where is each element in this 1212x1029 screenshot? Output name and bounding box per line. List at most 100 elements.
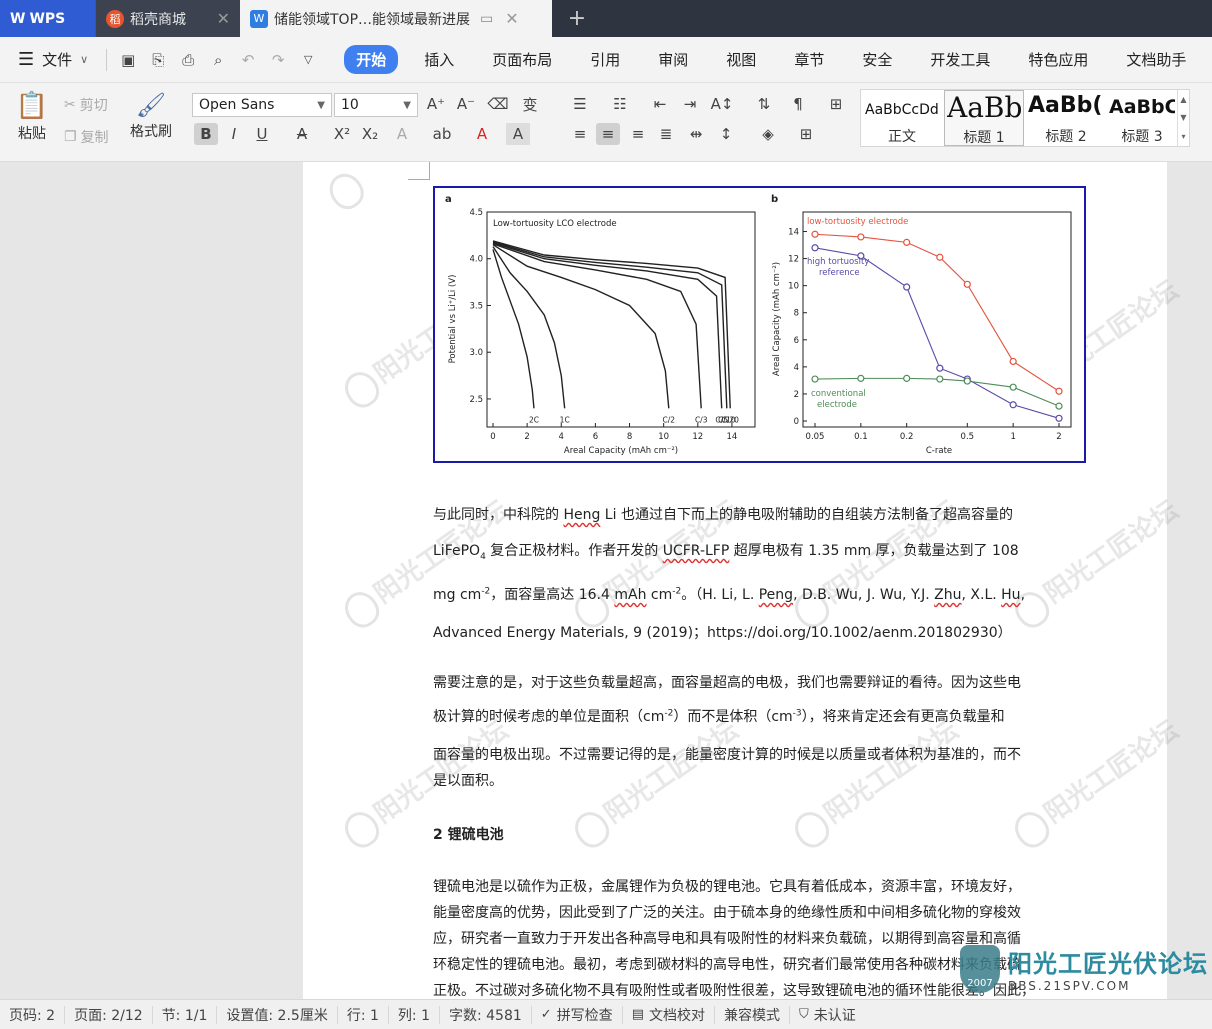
compat-mode[interactable]: 兼容模式: [715, 1005, 790, 1024]
data-point: [857, 374, 865, 382]
proofread-button[interactable]: ▤ 文档校对: [623, 1005, 715, 1024]
cut-button[interactable]: ✂ 剪切: [64, 95, 108, 115]
spell-check-button[interactable]: ✓ 拼写检查: [532, 1005, 623, 1024]
print-icon[interactable]: ⎙: [177, 49, 199, 71]
subscript-icon[interactable]: X₂: [358, 123, 382, 145]
align-left-icon[interactable]: ≡: [568, 123, 592, 145]
font-color-icon[interactable]: A: [470, 123, 494, 145]
chevron-down-icon: ▼: [317, 99, 325, 111]
pin-icon[interactable]: ▭: [480, 11, 493, 27]
line-spacing-icon[interactable]: ↕: [714, 123, 738, 145]
text-effect-icon[interactable]: A: [390, 123, 414, 145]
status-word-count[interactable]: 字数: 4581: [440, 1005, 532, 1024]
section-heading[interactable]: 2 锂硫电池: [433, 824, 504, 844]
wps-home-tab[interactable]: W WPS: [0, 0, 95, 37]
clear-format-icon[interactable]: ⌫: [486, 93, 510, 115]
paragraph-2[interactable]: 需要注意的是，对于这些负载量超高，面容量超高的电极，我们也需要辩证的看待。因为这…: [433, 672, 1043, 792]
close-icon[interactable]: ✕: [217, 9, 230, 28]
style-sample: AaBb(: [1028, 93, 1103, 118]
tab-assistant[interactable]: 文档助手: [1114, 45, 1198, 74]
tab-home[interactable]: 开始: [344, 45, 399, 74]
paragraph-1[interactable]: 与此同时，中科院的 Heng Li 也通过自下而上的静电吸附辅助的自组装方法制备…: [433, 504, 1043, 641]
font-name-select[interactable]: Open Sans ▼: [192, 93, 332, 117]
justify-icon[interactable]: ≣: [654, 123, 678, 145]
close-icon[interactable]: ✕: [505, 9, 518, 28]
italic-icon[interactable]: I: [222, 123, 246, 145]
tab-bar: W WPS 稻 稻壳商城 ✕ W 储能领域TOP…能领域最新进展 ▭ ✕ +: [0, 0, 1212, 37]
customize-icon[interactable]: ▽: [297, 49, 319, 71]
sort-icon[interactable]: ⇅: [752, 93, 776, 115]
writer-doc-icon: W: [250, 9, 268, 28]
paste-button[interactable]: 📋 粘贴: [12, 91, 52, 153]
print-preview-icon[interactable]: ⌕: [207, 49, 229, 71]
style-normal[interactable]: AaBbCcDd 正文: [861, 90, 943, 146]
align-right-icon[interactable]: ≡: [626, 123, 650, 145]
grow-font-icon[interactable]: A⁺: [424, 93, 448, 115]
legend-high-tortuosity-1: high tortuosity: [807, 257, 869, 267]
tab-insert[interactable]: 插入: [412, 45, 466, 74]
tab-review[interactable]: 审阅: [646, 45, 700, 74]
phonetic-icon[interactable]: 变: [518, 93, 542, 115]
shading-icon[interactable]: ◈: [756, 123, 780, 145]
status-page-number[interactable]: 页码: 2: [0, 1005, 66, 1024]
cut-label: 剪切: [79, 98, 108, 114]
borders-icon[interactable]: ⊞: [794, 123, 818, 145]
decrease-indent-icon[interactable]: ⇤: [648, 93, 672, 115]
style-heading-3[interactable]: AaBbC 标题 3: [1107, 90, 1177, 146]
superscript-icon[interactable]: X²: [330, 123, 354, 145]
table-grid-icon[interactable]: ⊞: [824, 93, 848, 115]
chinese-layout-icon[interactable]: A↕: [710, 93, 734, 115]
discharge-curve: [492, 246, 566, 409]
numbered-list-icon[interactable]: ☷: [608, 93, 632, 115]
font-size-select[interactable]: 10 ▼: [334, 93, 418, 117]
copy-button[interactable]: ❐ 复制: [64, 127, 109, 147]
ribbon-home: 📋 粘贴 ✂ 剪切 ❐ 复制 🖌 格式刷 Open Sans ▼ 10 ▼ A⁺…: [0, 83, 1212, 162]
bold-icon[interactable]: B: [194, 123, 218, 145]
increase-indent-icon[interactable]: ⇥: [678, 93, 702, 115]
text-line: 环稳定性的锂硫电池。最初，考虑到碳材料的高导电性，研究者们最常使用各种碳材料来负…: [433, 957, 1021, 973]
shrink-font-icon[interactable]: A⁻: [454, 93, 478, 115]
redo-icon[interactable]: ↷: [267, 49, 289, 71]
tab-security[interactable]: 安全: [850, 45, 904, 74]
format-painter-button[interactable]: 🖌 格式刷: [126, 91, 176, 153]
char-shading-icon[interactable]: A: [506, 123, 530, 145]
document-workspace[interactable]: 阳光工匠论坛 阳光工匠论坛 阳光工匠论坛 阳光工匠论坛 阳光工匠论坛 阳光工匠论…: [0, 162, 1212, 999]
tab-section[interactable]: 章节: [782, 45, 836, 74]
file-menu[interactable]: ☰ 文件 ∨: [0, 49, 100, 70]
tab-references[interactable]: 引用: [578, 45, 632, 74]
show-marks-icon[interactable]: ¶: [786, 93, 810, 115]
text-line: mg cm-2，面容量高达 16.4 mAh cm-2。（H. Li, L. P…: [433, 586, 1026, 603]
y-tick-label: 4.5: [469, 208, 483, 218]
status-row[interactable]: 行: 1: [338, 1005, 389, 1024]
strikethrough-icon[interactable]: A: [290, 123, 314, 145]
style-heading-1[interactable]: AaBb 标题 1: [944, 90, 1024, 146]
save-icon[interactable]: ▣: [117, 49, 139, 71]
undo-icon[interactable]: ↶: [237, 49, 259, 71]
distribute-icon[interactable]: ⇹: [684, 123, 708, 145]
text-line: 面容量的电极出现。不过需要记得的是，能量密度计算的时候是以质量或者体积为基准的，…: [433, 747, 1021, 763]
tab-view[interactable]: 视图: [714, 45, 768, 74]
underline-icon[interactable]: U: [250, 123, 274, 145]
tab-page-layout[interactable]: 页面布局: [480, 45, 564, 74]
document-tab[interactable]: W 储能领域TOP…能领域最新进展 ▭ ✕: [240, 0, 552, 37]
highlight-icon[interactable]: ab: [430, 123, 454, 145]
doi-link[interactable]: https://doi.org/10.1002/aenm.201802930: [707, 625, 998, 641]
embedded-figure[interactable]: a Low-tortuosity LCO electrode 0 2 4 6 8 10 12…: [433, 186, 1086, 463]
status-section[interactable]: 节: 1/1: [153, 1005, 218, 1024]
export-icon[interactable]: ⎘: [147, 49, 169, 71]
status-setting[interactable]: 设置值: 2.5厘米: [217, 1005, 338, 1024]
panel-a-xlabel: Areal Capacity (mAh cm⁻²): [564, 446, 678, 456]
style-heading-2[interactable]: AaBb( 标题 2: [1026, 90, 1106, 146]
scissors-icon: ✂: [64, 97, 76, 113]
bullet-list-icon[interactable]: ☰: [568, 93, 592, 115]
paragraph-3[interactable]: 锂硫电池是以硫作为正极，金属锂作为负极的锂电池。它具有着低成本，资源丰富，环境友…: [433, 876, 1043, 999]
certification-status[interactable]: ⛉ 未认证: [790, 1006, 865, 1024]
tab-special[interactable]: 特色应用: [1016, 45, 1100, 74]
status-column[interactable]: 列: 1: [389, 1005, 440, 1024]
new-tab-button[interactable]: +: [552, 0, 602, 37]
align-center-icon[interactable]: ≡: [596, 123, 620, 145]
status-pages[interactable]: 页面: 2/12: [65, 1005, 153, 1024]
store-tab[interactable]: 稻 稻壳商城 ✕: [95, 0, 240, 37]
tab-developer[interactable]: 开发工具: [918, 45, 1002, 74]
styles-scroll[interactable]: ▲ ▼ ▾: [1177, 90, 1189, 146]
